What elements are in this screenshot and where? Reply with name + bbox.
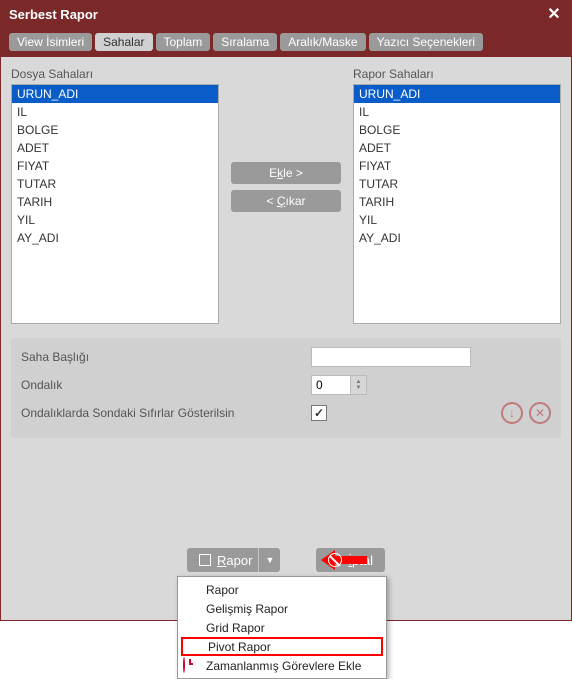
window: Serbest Rapor ✕ View İsimleri Sahalar To… [0, 0, 572, 621]
list-item[interactable]: TUTAR [354, 175, 560, 193]
middle-buttons: Ekle > < Çıkar [231, 67, 341, 212]
list-item[interactable]: AY_ADI [354, 229, 560, 247]
rapor-button[interactable]: Rapor ▼ [187, 548, 280, 572]
field-settings-panel: Saha Başlığı Ondalık ▲▼ Ondalıklarda Son… [11, 338, 561, 438]
content-panel: Dosya Sahaları URUN_ADIILBOLGEADETFIYATT… [1, 57, 571, 620]
row-decimal: Ondalık ▲▼ [21, 374, 551, 396]
menu-item-zamanlanmis-gorev[interactable]: Zamanlanmış Görevlere Ekle [178, 656, 386, 675]
list-item[interactable]: YIL [12, 211, 218, 229]
close-icon[interactable]: ✕ [545, 5, 563, 23]
decimal-input[interactable] [311, 375, 351, 395]
list-item[interactable]: FIYAT [354, 157, 560, 175]
list-item[interactable]: BOLGE [12, 121, 218, 139]
decimal-label: Ondalık [21, 378, 311, 392]
menu-item-gelismis-rapor[interactable]: Gelişmiş Rapor [178, 599, 386, 618]
list-item[interactable]: ADET [354, 139, 560, 157]
file-fields-listbox[interactable]: URUN_ADIILBOLGEADETFIYATTUTARTARIHYILAY_… [11, 84, 219, 324]
left-list-label: Dosya Sahaları [11, 67, 219, 81]
list-item[interactable]: URUN_ADI [12, 85, 218, 103]
download-icon[interactable]: ↓ [501, 402, 523, 424]
decimal-spinner: ▲▼ [311, 375, 367, 395]
tab-view-isimleri[interactable]: View İsimleri [9, 33, 92, 51]
list-item[interactable]: TARIH [12, 193, 218, 211]
spinner-buttons[interactable]: ▲▼ [351, 375, 367, 395]
window-title: Serbest Rapor [9, 7, 98, 22]
tab-aralik-maske[interactable]: Aralık/Maske [280, 33, 365, 51]
left-column: Dosya Sahaları URUN_ADIILBOLGEADETFIYATT… [11, 67, 219, 324]
report-fields-listbox[interactable]: URUN_ADIILBOLGEADETFIYATTUTARTARIHYILAY_… [353, 84, 561, 324]
menu-item-rapor[interactable]: Rapor [178, 580, 386, 599]
tab-toplam[interactable]: Toplam [156, 33, 211, 51]
rapor-dropdown-menu: Rapor Gelişmiş Rapor Grid Rapor Pivot Ra… [177, 576, 387, 679]
list-item[interactable]: IL [354, 103, 560, 121]
columns: Dosya Sahaları URUN_ADIILBOLGEADETFIYATT… [11, 67, 561, 324]
row-trailing-zeros: Ondalıklarda Sondaki Sıfırlar Gösterilsi… [21, 402, 551, 424]
field-title-label: Saha Başlığı [21, 350, 311, 364]
trailing-zeros-label: Ondalıklarda Sondaki Sıfırlar Gösterilsi… [21, 406, 311, 420]
remove-button[interactable]: < Çıkar [231, 190, 341, 212]
tab-sahalar[interactable]: Sahalar [95, 33, 152, 51]
report-icon [199, 554, 211, 566]
list-item[interactable]: TARIH [354, 193, 560, 211]
list-item[interactable]: URUN_ADI [354, 85, 560, 103]
cancel-icon [328, 553, 342, 567]
right-column: Rapor Sahaları URUN_ADIILBOLGEADETFIYATT… [353, 67, 561, 324]
list-item[interactable]: FIYAT [12, 157, 218, 175]
list-item[interactable]: ADET [12, 139, 218, 157]
clock-icon [183, 658, 197, 672]
list-item[interactable]: IL [12, 103, 218, 121]
list-item[interactable]: BOLGE [354, 121, 560, 139]
titlebar: Serbest Rapor ✕ [1, 1, 571, 27]
field-title-input[interactable] [311, 347, 471, 367]
panel-icon-buttons: ↓ ✕ [501, 402, 551, 424]
add-button[interactable]: Ekle > [231, 162, 341, 184]
bottom-bar: Rapor ▼ İptal [11, 548, 561, 572]
list-item[interactable]: TUTAR [12, 175, 218, 193]
menu-item-pivot-rapor[interactable]: Pivot Rapor [181, 637, 383, 656]
list-item[interactable]: AY_ADI [12, 229, 218, 247]
list-item[interactable]: YIL [354, 211, 560, 229]
right-list-label: Rapor Sahaları [353, 67, 561, 81]
tabstrip: View İsimleri Sahalar Toplam Sıralama Ar… [1, 27, 571, 57]
trailing-zeros-checkbox[interactable]: ✓ [311, 405, 327, 421]
row-field-title: Saha Başlığı [21, 346, 551, 368]
tab-yazici-secenekleri[interactable]: Yazıcı Seçenekleri [369, 33, 484, 51]
tab-siralama[interactable]: Sıralama [213, 33, 277, 51]
rapor-dropdown-arrow[interactable]: ▼ [258, 548, 280, 572]
delete-icon[interactable]: ✕ [529, 402, 551, 424]
